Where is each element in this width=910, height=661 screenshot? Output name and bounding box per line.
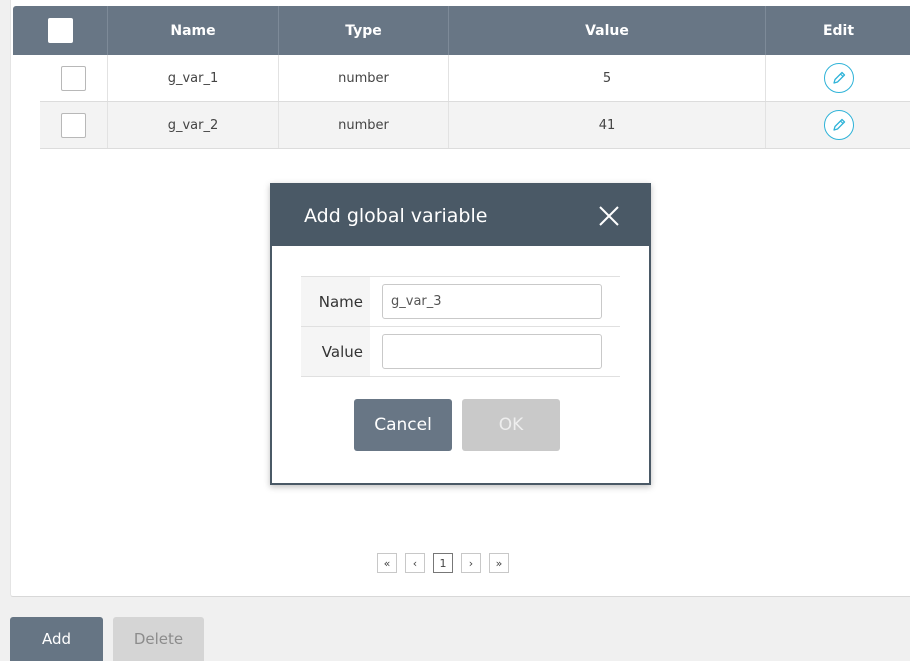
cell-value: 5 [449,55,766,101]
form-row-value: Value [301,327,620,377]
delete-button[interactable]: Delete [113,617,204,661]
table-row[interactable]: g_var_2 number 41 [40,102,910,149]
prev-page-button[interactable]: ‹ [405,553,425,573]
table-body: g_var_1 number 5 g_var_2 number 41 [40,55,910,149]
ok-button[interactable]: OK [462,399,560,451]
add-button[interactable]: Add [10,617,103,661]
cancel-button[interactable]: Cancel [354,399,452,451]
page-number-current[interactable]: 1 [433,553,453,573]
close-icon[interactable] [597,204,621,228]
pencil-icon [832,118,845,131]
name-input[interactable] [382,284,602,319]
row-checkbox[interactable] [61,112,86,138]
value-input[interactable] [382,334,602,369]
cell-edit [766,55,910,101]
value-label: Value [301,327,370,376]
table-row[interactable]: g_var_1 number 5 [40,55,910,102]
cell-edit [766,102,910,148]
row-select-cell [40,102,108,148]
edit-button[interactable] [823,110,854,140]
cell-name: g_var_1 [108,55,279,101]
column-header-name[interactable]: Name [108,6,279,55]
edit-button[interactable] [823,63,854,93]
header-select-all-cell [13,6,108,55]
cell-name: g_var_2 [108,102,279,148]
dialog-title: Add global variable [304,204,488,227]
table-header: Name Type Value Edit [13,6,910,55]
row-checkbox[interactable] [61,65,86,91]
first-page-button[interactable]: « [377,553,397,573]
cell-type: number [279,55,449,101]
cell-value: 41 [449,102,766,148]
variable-form: Name Value [301,276,620,377]
column-header-value[interactable]: Value [449,6,766,55]
pagination: « ‹ 1 › » [377,553,509,573]
column-header-edit: Edit [822,22,855,39]
name-label: Name [301,277,370,326]
add-global-variable-dialog: Add global variable Name Value Cancel OK [270,183,651,485]
last-page-button[interactable]: » [489,553,509,573]
dialog-header: Add global variable [272,185,649,246]
select-all-checkbox[interactable] [47,18,73,43]
cell-type: number [279,102,449,148]
pencil-icon [832,71,845,84]
form-row-name: Name [301,277,620,327]
column-header-type[interactable]: Type [279,6,449,55]
next-page-button[interactable]: › [461,553,481,573]
dialog-buttons: Cancel OK [354,399,560,451]
row-select-cell [40,55,108,101]
